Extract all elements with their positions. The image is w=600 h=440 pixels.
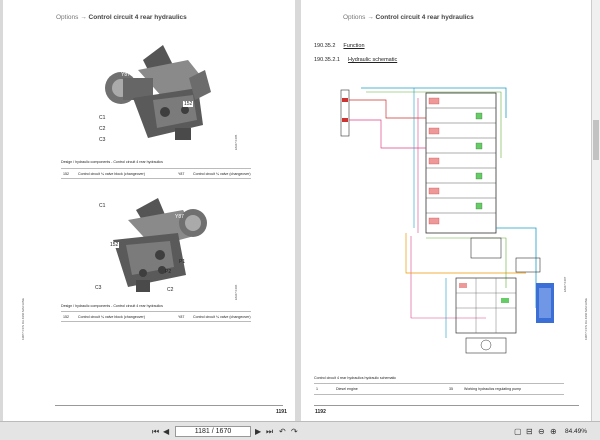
header-arrow: → [80, 14, 87, 21]
table-rule [61, 178, 251, 179]
table-cell-text: Working hydraulics regulating pump [464, 387, 522, 391]
header-title: Control circuit 4 rear hydraulics [88, 14, 187, 21]
prev-page-icon[interactable]: ◀ [163, 427, 169, 436]
viewer-toolbar: ⏮ ◀ 1181 / 1670 ▶ ⏭ ↶ ↷ ▢ ⊟ ⊖ ⊕ 84.49% [0, 421, 600, 440]
footer-rule [55, 405, 283, 406]
table-cell-num: 152 [63, 172, 69, 176]
table-cell-num: 152 [63, 315, 69, 319]
zoom-level[interactable]: 84.49% [565, 428, 587, 435]
first-page-icon[interactable]: ⏮ [152, 427, 159, 436]
figure-caption: Design / hydraulic components - Control … [61, 160, 163, 164]
table-cell-num: Y87 [178, 172, 185, 176]
callout-y87: Y87 [121, 72, 130, 78]
fit-page-icon[interactable]: ▢ [514, 427, 522, 436]
callout-c1: C1 [99, 203, 106, 209]
callout-c3: C3 [95, 285, 102, 291]
header-prefix: Options [343, 14, 366, 21]
section-heading-function: 190.35.2 Function [314, 43, 365, 49]
callout-y87: Y87 [175, 214, 184, 220]
callout-p2: P2 [165, 269, 172, 275]
figure-code: EM47 0406 [234, 284, 238, 300]
header-arrow: → [367, 14, 374, 21]
table-rule [61, 311, 251, 312]
table-cell-num: 35 [449, 387, 453, 391]
table-rule [61, 321, 251, 322]
table-rule [314, 394, 564, 395]
schematic-code: EM47 0407 [563, 276, 567, 292]
figure-code: EM47 0405 [234, 134, 238, 150]
page-indicator-input[interactable]: 1181 / 1670 [175, 426, 251, 437]
zoom-out-icon[interactable]: ⊖ [538, 427, 545, 436]
table-cell-text: Control circuit ¼ valve (changeover) [193, 315, 251, 319]
back-icon[interactable]: ↶ [279, 427, 286, 436]
table-cell-num: 1 [316, 387, 318, 391]
side-code: 1MP7 CCS DA 4960 MACHINE [584, 297, 588, 340]
table-cell-text: Diesel engine [336, 387, 358, 391]
callout-c2: C2 [167, 287, 174, 293]
last-page-icon[interactable]: ⏭ [266, 427, 273, 436]
scrollbar-thumb[interactable] [593, 120, 599, 160]
table-cell-text: Control circuit ¼ valve block (changeove… [78, 172, 145, 176]
page-header: Options → Control circuit 4 rear hydraul… [343, 14, 474, 21]
table-rule [314, 383, 564, 384]
table-cell-text: Control circuit ¼ valve (changeover) [193, 172, 251, 176]
valve-block-figure-1 [105, 45, 211, 140]
callout-p1: P1 [179, 259, 186, 265]
table-cell-num: Y87 [178, 315, 185, 319]
callout-c3: C3 [99, 137, 106, 143]
page-header: Options → Control circuit 4 rear hydraul… [56, 14, 187, 21]
header-prefix: Options [56, 14, 79, 21]
page-number: 1191 [276, 409, 287, 415]
document-page-right: Options → Control circuit 4 rear hydraul… [301, 0, 591, 421]
page-number: 1192 [315, 409, 326, 415]
forward-icon[interactable]: ↷ [291, 427, 298, 436]
next-page-icon[interactable]: ▶ [255, 427, 261, 436]
vertical-scrollbar[interactable] [591, 0, 600, 421]
figure-caption: Control circuit 4 rear hydraulics hydrau… [314, 376, 397, 380]
footer-rule [314, 405, 579, 406]
hydraulic-schematic [326, 78, 566, 368]
table-rule [61, 168, 251, 169]
zoom-in-icon[interactable]: ⊕ [550, 427, 557, 436]
callout-c2: C2 [99, 126, 106, 132]
callout-152: 152 [109, 242, 120, 248]
figure-caption: Design / hydraulic components - Control … [61, 304, 163, 308]
callout-c1: C1 [99, 115, 106, 121]
callout-152: 152 [183, 101, 194, 107]
table-cell-text: Control circuit ¼ valve block (changeove… [78, 315, 145, 319]
fit-width-icon[interactable]: ⊟ [526, 427, 533, 436]
header-title: Control circuit 4 rear hydraulics [375, 14, 474, 21]
document-page-left: Options → Control circuit 4 rear hydraul… [3, 0, 295, 421]
side-code: 1MP7 CCS DA 4960 MACHINE [21, 297, 25, 340]
section-heading-schematic: 190.35.2.1 Hydraulic schematic [314, 57, 398, 63]
